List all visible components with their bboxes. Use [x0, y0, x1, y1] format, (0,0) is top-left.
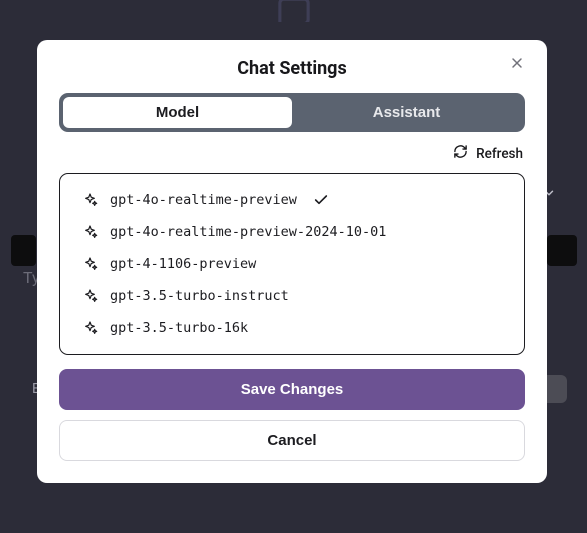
background-strip	[11, 235, 36, 266]
sparkle-icon	[82, 192, 98, 208]
modal-header: Chat Settings	[59, 58, 525, 79]
model-option[interactable]: gpt-3.5-turbo-16k	[60, 312, 524, 344]
check-icon	[313, 192, 329, 208]
close-button[interactable]	[503, 50, 531, 78]
model-option[interactable]: gpt-4o-realtime-preview	[60, 184, 524, 216]
model-option[interactable]: gpt-4o-realtime-preview-2024-10-01	[60, 216, 524, 248]
sparkle-icon	[82, 224, 98, 240]
model-name: gpt-3.5-turbo-instruct	[110, 288, 289, 304]
model-name: gpt-4o-realtime-preview-2024-10-01	[110, 224, 386, 240]
model-name: gpt-4o-realtime-preview	[110, 192, 297, 208]
refresh-row: Refresh	[59, 144, 525, 163]
sparkle-icon	[82, 320, 98, 336]
sparkle-icon	[82, 256, 98, 272]
tab-switcher: Model Assistant	[59, 93, 525, 132]
model-option[interactable]: gpt-4-1106-preview	[60, 248, 524, 280]
refresh-icon	[453, 144, 468, 163]
chat-bubble-icon	[272, 0, 316, 26]
model-name: gpt-3.5-turbo-16k	[110, 320, 248, 336]
close-icon	[509, 55, 525, 74]
model-list: gpt-4o-realtime-preview gpt-4o-realtime-…	[59, 173, 525, 355]
background-strip	[547, 235, 577, 266]
modal-title: Chat Settings	[59, 58, 525, 79]
model-name: gpt-4-1106-preview	[110, 256, 256, 272]
refresh-label: Refresh	[476, 146, 523, 162]
save-button[interactable]: Save Changes	[59, 369, 525, 410]
sparkle-icon	[82, 288, 98, 304]
chat-settings-modal: Chat Settings Model Assistant Refresh	[37, 40, 547, 483]
tab-assistant[interactable]: Assistant	[292, 97, 521, 128]
refresh-button[interactable]: Refresh	[453, 144, 523, 163]
cancel-button[interactable]: Cancel	[59, 420, 525, 461]
model-option[interactable]: gpt-3.5-turbo-instruct	[60, 280, 524, 312]
tab-model[interactable]: Model	[63, 97, 292, 128]
